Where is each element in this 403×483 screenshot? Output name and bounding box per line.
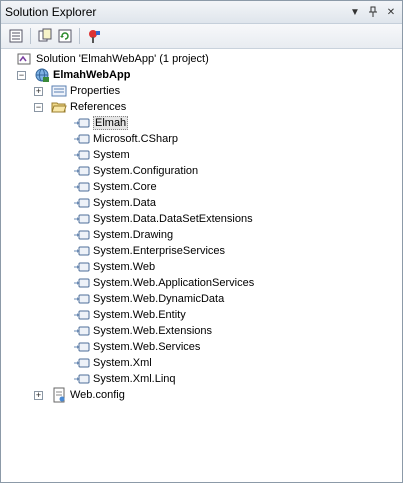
reference-icon	[74, 323, 90, 339]
reference-label: System.Web.Extensions	[93, 325, 213, 337]
tree-row-properties[interactable]: + Properties	[34, 83, 120, 99]
toolbar	[1, 24, 402, 49]
title-bar: Solution Explorer ▼ ✕	[1, 1, 402, 24]
reference-item[interactable]: System.EnterpriseServices	[74, 243, 225, 259]
reference-icon	[74, 227, 90, 243]
reference-item[interactable]: System	[74, 147, 130, 163]
reference-icon	[74, 371, 90, 387]
reference-item[interactable]: Microsoft.CSharp	[74, 131, 178, 147]
reference-label: System.Web.DynamicData	[93, 293, 225, 305]
reference-label: System.Configuration	[93, 165, 199, 177]
class-view-icon[interactable]	[85, 27, 103, 45]
close-icon[interactable]: ✕	[384, 5, 398, 19]
project-label: ElmahWebApp	[53, 69, 131, 81]
tree-row-webconfig[interactable]: + Web.config	[34, 387, 125, 403]
window-title: Solution Explorer	[5, 5, 97, 19]
reference-label: Elmah	[93, 116, 129, 130]
tree-row-references[interactable]: − References	[34, 99, 126, 115]
reference-label: System	[93, 149, 130, 161]
reference-icon	[74, 195, 90, 211]
reference-item[interactable]: System.Web.ApplicationServices	[74, 275, 254, 291]
solution-tree: Solution 'ElmahWebApp' (1 project) − Elm…	[1, 49, 402, 482]
reference-icon	[74, 307, 90, 323]
folder-open-icon	[51, 99, 67, 115]
toolbar-separator	[79, 28, 80, 44]
reference-label: System.Core	[93, 181, 157, 193]
reference-item[interactable]: System.Web.DynamicData	[74, 291, 224, 307]
config-file-icon	[51, 387, 67, 403]
expand-icon[interactable]: +	[34, 390, 43, 400]
reference-icon	[74, 211, 90, 227]
reference-item[interactable]: System.Data.DataSetExtensions	[74, 211, 253, 227]
reference-label: System.Xml.Linq	[93, 373, 176, 385]
tree-row-solution[interactable]: Solution 'ElmahWebApp' (1 project)	[17, 51, 209, 67]
reference-label: System.EnterpriseServices	[93, 245, 226, 257]
reference-icon	[74, 163, 90, 179]
toolbar-separator	[30, 28, 31, 44]
reference-label: System.Web	[93, 261, 156, 273]
reference-item[interactable]: System.Configuration	[74, 163, 198, 179]
reference-icon	[74, 291, 90, 307]
web-project-icon	[34, 67, 50, 83]
reference-label: System.Web.ApplicationServices	[93, 277, 255, 289]
pin-icon[interactable]	[366, 5, 380, 19]
reference-item[interactable]: System.Web.Services	[74, 339, 200, 355]
reference-label: System.Web.Services	[93, 341, 201, 353]
reference-icon	[74, 115, 90, 131]
reference-icon	[74, 275, 90, 291]
solution-label: Solution 'ElmahWebApp' (1 project)	[36, 53, 209, 65]
properties-folder-icon	[51, 83, 67, 99]
reference-item[interactable]: System.Xml.Linq	[74, 371, 176, 387]
reference-icon	[74, 259, 90, 275]
expand-icon[interactable]: +	[34, 86, 43, 96]
webconfig-label: Web.config	[70, 389, 125, 401]
properties-icon[interactable]	[7, 27, 25, 45]
dropdown-arrow-icon[interactable]: ▼	[348, 5, 362, 19]
collapse-icon[interactable]: −	[17, 70, 26, 80]
reference-label: System.Xml	[93, 357, 152, 369]
reference-item[interactable]: System.Data	[74, 195, 156, 211]
refresh-icon[interactable]	[56, 27, 74, 45]
reference-item[interactable]: System.Web.Entity	[74, 307, 186, 323]
reference-label: Microsoft.CSharp	[93, 133, 178, 145]
reference-icon	[74, 355, 90, 371]
collapse-icon[interactable]: −	[34, 102, 43, 112]
reference-item[interactable]: System.Web.Extensions	[74, 323, 212, 339]
reference-item[interactable]: System.Xml	[74, 355, 152, 371]
properties-label: Properties	[70, 85, 121, 97]
tree-row-project[interactable]: − ElmahWebApp	[17, 67, 130, 83]
reference-item[interactable]: Elmah	[74, 115, 129, 131]
reference-label: System.Data	[93, 197, 156, 209]
reference-item[interactable]: System.Drawing	[74, 227, 173, 243]
solution-icon	[17, 51, 33, 67]
show-all-files-icon[interactable]	[36, 27, 54, 45]
reference-icon	[74, 243, 90, 259]
reference-icon	[74, 131, 90, 147]
references-label: References	[70, 101, 127, 113]
reference-icon	[74, 339, 90, 355]
reference-label: System.Data.DataSetExtensions	[93, 213, 253, 225]
reference-label: System.Drawing	[93, 229, 174, 241]
solution-explorer-window: Solution Explorer ▼ ✕ Solution 'ElmahWeb…	[0, 0, 403, 483]
reference-icon	[74, 147, 90, 163]
reference-label: System.Web.Entity	[93, 309, 186, 321]
reference-item[interactable]: System.Core	[74, 179, 157, 195]
reference-item[interactable]: System.Web	[74, 259, 155, 275]
reference-icon	[74, 179, 90, 195]
